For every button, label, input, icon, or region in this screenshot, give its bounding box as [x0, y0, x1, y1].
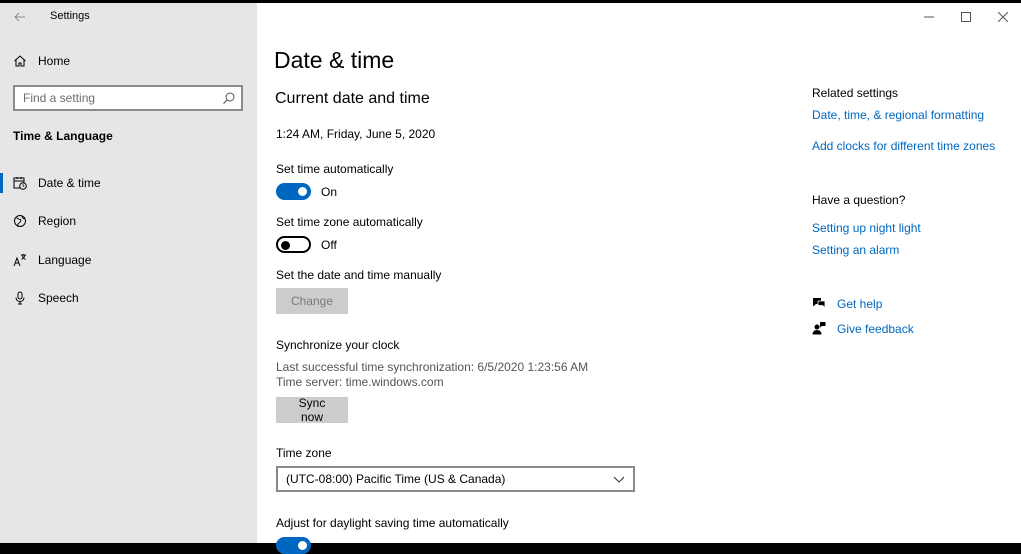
set-time-auto-state: On — [321, 185, 338, 199]
get-help-link[interactable]: Get help — [812, 295, 1012, 313]
time-zone-value: (UTC-08:00) Pacific Time (US & Canada) — [286, 472, 506, 486]
maximize-button[interactable] — [947, 3, 984, 31]
nav-home[interactable]: Home — [0, 49, 257, 75]
nav-home-label: Home — [38, 54, 71, 68]
get-help-label: Get help — [837, 297, 883, 311]
chevron-down-icon — [613, 476, 625, 483]
chat-help-icon — [813, 298, 826, 309]
last-sync-text: Last successful time synchronization: 6/… — [276, 360, 589, 374]
back-button[interactable] — [2, 3, 38, 31]
time-zone-select[interactable]: (UTC-08:00) Pacific Time (US & Canada) — [276, 466, 635, 492]
change-button[interactable]: Change — [276, 288, 348, 314]
daylight-toggle[interactable] — [276, 537, 311, 554]
set-time-auto-label: Set time automatically — [276, 162, 394, 176]
close-icon — [997, 12, 1008, 22]
set-zone-auto-toggle[interactable] — [276, 236, 311, 253]
app-title: Settings — [50, 10, 90, 22]
minimize-icon — [923, 16, 934, 18]
search-icon[interactable] — [222, 91, 236, 105]
time-server-text: Time server: time.windows.com — [276, 375, 444, 389]
current-date-heading: Current date and time — [275, 90, 430, 107]
home-icon — [14, 55, 26, 67]
back-arrow-icon — [14, 12, 25, 22]
question-heading: Have a question? — [812, 193, 906, 207]
regional-formatting-link[interactable]: Date, time, & regional formatting — [812, 108, 984, 122]
language-icon — [13, 254, 26, 267]
page-title: Date & time — [274, 47, 395, 73]
alarm-link[interactable]: Setting an alarm — [812, 243, 899, 257]
sidebar-item-label: Language — [38, 253, 92, 267]
maximize-icon — [960, 12, 971, 22]
night-light-link[interactable]: Setting up night light — [812, 221, 921, 235]
window-controls — [910, 3, 1021, 31]
sidebar-item-language[interactable]: Language — [0, 244, 257, 276]
set-time-auto-toggle[interactable] — [276, 183, 311, 200]
globe-icon — [14, 215, 26, 227]
section-title: Time & Language — [13, 129, 113, 143]
sidebar-item-label: Speech — [38, 291, 79, 305]
sync-now-button[interactable]: Sync now — [276, 396, 348, 424]
search-input[interactable] — [15, 87, 205, 109]
set-zone-auto-label: Set time zone automatically — [276, 215, 423, 229]
related-settings-heading: Related settings — [812, 86, 899, 100]
time-zone-label: Time zone — [276, 446, 332, 460]
microphone-icon — [15, 291, 25, 305]
feedback-icon — [812, 322, 826, 335]
give-feedback-link[interactable]: Give feedback — [812, 320, 1012, 338]
close-button[interactable] — [984, 3, 1021, 31]
settings-window: Settings Home Time & Language Date & t — [0, 3, 1021, 554]
search-box — [13, 85, 243, 111]
sidebar-item-label: Region — [38, 214, 77, 228]
daylight-label: Adjust for daylight saving time automati… — [276, 516, 509, 530]
give-feedback-label: Give feedback — [837, 322, 914, 336]
set-zone-auto-state: Off — [321, 238, 337, 252]
minimize-button[interactable] — [910, 3, 947, 31]
calendar-clock-icon — [13, 177, 27, 190]
sidebar: Settings Home Time & Language Date & t — [0, 3, 257, 543]
sidebar-item-speech[interactable]: Speech — [0, 282, 257, 314]
main-content: Date & time Current date and time 1:24 A… — [257, 3, 1021, 554]
sidebar-item-label: Date & time — [38, 176, 101, 190]
manual-label: Set the date and time manually — [276, 268, 442, 282]
title-bar: Settings — [0, 3, 257, 31]
sidebar-item-date-time[interactable]: Date & time — [0, 167, 257, 199]
sync-heading: Synchronize your clock — [276, 338, 400, 352]
add-clocks-link[interactable]: Add clocks for different time zones — [812, 139, 995, 153]
sidebar-item-region[interactable]: Region — [0, 205, 257, 237]
current-date-value: 1:24 AM, Friday, June 5, 2020 — [276, 127, 436, 141]
